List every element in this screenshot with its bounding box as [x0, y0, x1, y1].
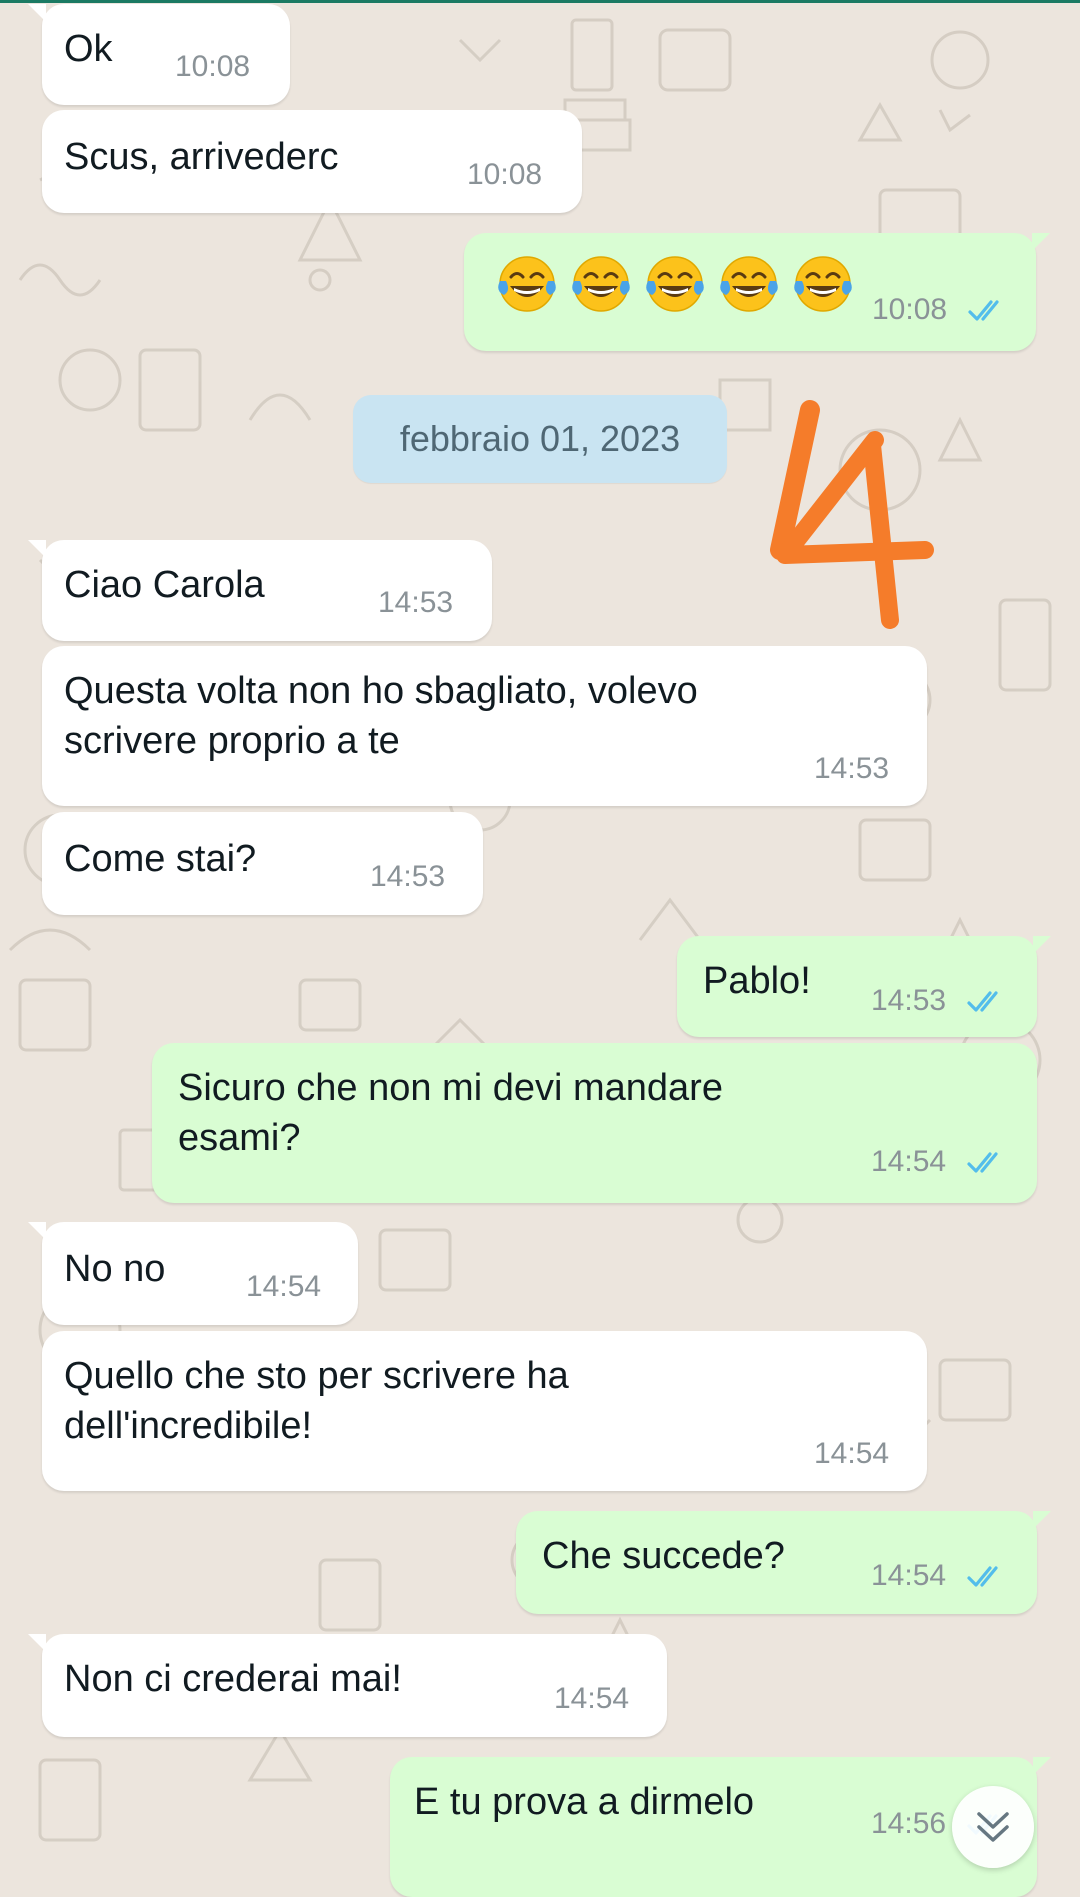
emoji-row	[494, 251, 856, 317]
message-text: Che succede?	[542, 1535, 785, 1577]
message-time: 14:53	[370, 860, 446, 893]
top-accent-strip	[0, 0, 1080, 3]
message-bubble-incoming[interactable]: Ciao Carola 14:53	[28, 540, 492, 641]
message-time: 10:08	[175, 50, 251, 83]
face-with-tears-of-joy-icon	[794, 256, 852, 312]
message-time: 14:54	[246, 1270, 322, 1303]
message-bubble-outgoing[interactable]: Sicuro che non mi devi mandare esami? 14…	[152, 1043, 1037, 1203]
message-time: 14:53	[378, 586, 454, 619]
message-time: 14:54	[871, 1145, 947, 1178]
message-bubble-incoming[interactable]: Non ci crederai mai! 14:54	[28, 1634, 667, 1737]
message-time: 14:54	[871, 1559, 947, 1592]
message-text: No no	[64, 1248, 166, 1290]
message-time: 10:08	[467, 158, 543, 191]
message-bubble-incoming[interactable]: Ok 10:08	[28, 4, 290, 105]
date-separator: febbraio 01, 2023	[353, 395, 727, 483]
face-with-tears-of-joy-icon	[720, 256, 778, 312]
message-text: Quello che sto per scrivere ha dell'incr…	[64, 1355, 569, 1447]
face-with-tears-of-joy-icon	[646, 256, 704, 312]
message-bubble-incoming[interactable]: No no 14:54	[28, 1222, 358, 1325]
message-text: Sicuro che non mi devi mandare esami?	[178, 1067, 723, 1159]
message-bubble-outgoing[interactable]: Pablo! 14:53	[677, 936, 1051, 1037]
message-bubble-incoming[interactable]: Questa volta non ho sbagliato, volevo sc…	[42, 646, 927, 806]
face-with-tears-of-joy-icon	[498, 256, 556, 312]
message-text: Pablo!	[703, 960, 811, 1002]
message-bubble-incoming[interactable]: Scus, arrivederc 10:08	[42, 110, 582, 213]
message-time: 14:54	[814, 1437, 890, 1470]
message-text: Questa volta non ho sbagliato, volevo sc…	[64, 670, 698, 762]
message-text: Come stai?	[64, 838, 257, 880]
face-with-tears-of-joy-icon	[572, 256, 630, 312]
message-text: E tu prova a dirmelo	[414, 1781, 755, 1823]
message-bubble-incoming[interactable]: Quello che sto per scrivere ha dell'incr…	[42, 1331, 927, 1491]
message-time: 14:54	[554, 1682, 630, 1715]
double-chevron-down-icon	[977, 1812, 1009, 1842]
message-bubble-outgoing[interactable]: Che succede? 14:54	[516, 1511, 1051, 1614]
message-text: Ok	[64, 28, 113, 70]
read-check-icon	[967, 1566, 998, 1587]
message-time: 14:53	[814, 752, 890, 785]
read-check-icon	[967, 991, 998, 1012]
message-text: Scus, arrivederc	[64, 136, 339, 178]
message-bubble-incoming[interactable]: Come stai? 14:53	[42, 812, 483, 915]
message-bubble-outgoing[interactable]: E tu prova a dirmelo 14:56	[390, 1757, 1051, 1897]
read-check-icon	[968, 300, 999, 321]
handwritten-annotation	[770, 400, 934, 629]
read-check-icon	[967, 1152, 998, 1173]
message-time: 14:56	[871, 1807, 947, 1840]
message-time: 14:53	[871, 984, 947, 1017]
message-time: 10:08	[872, 293, 948, 326]
scroll-to-bottom-button[interactable]	[952, 1786, 1034, 1868]
message-bubble-outgoing[interactable]: 10:08	[464, 233, 1050, 351]
message-text: Ciao Carola	[64, 564, 265, 606]
message-text: Non ci crederai mai!	[64, 1658, 402, 1700]
